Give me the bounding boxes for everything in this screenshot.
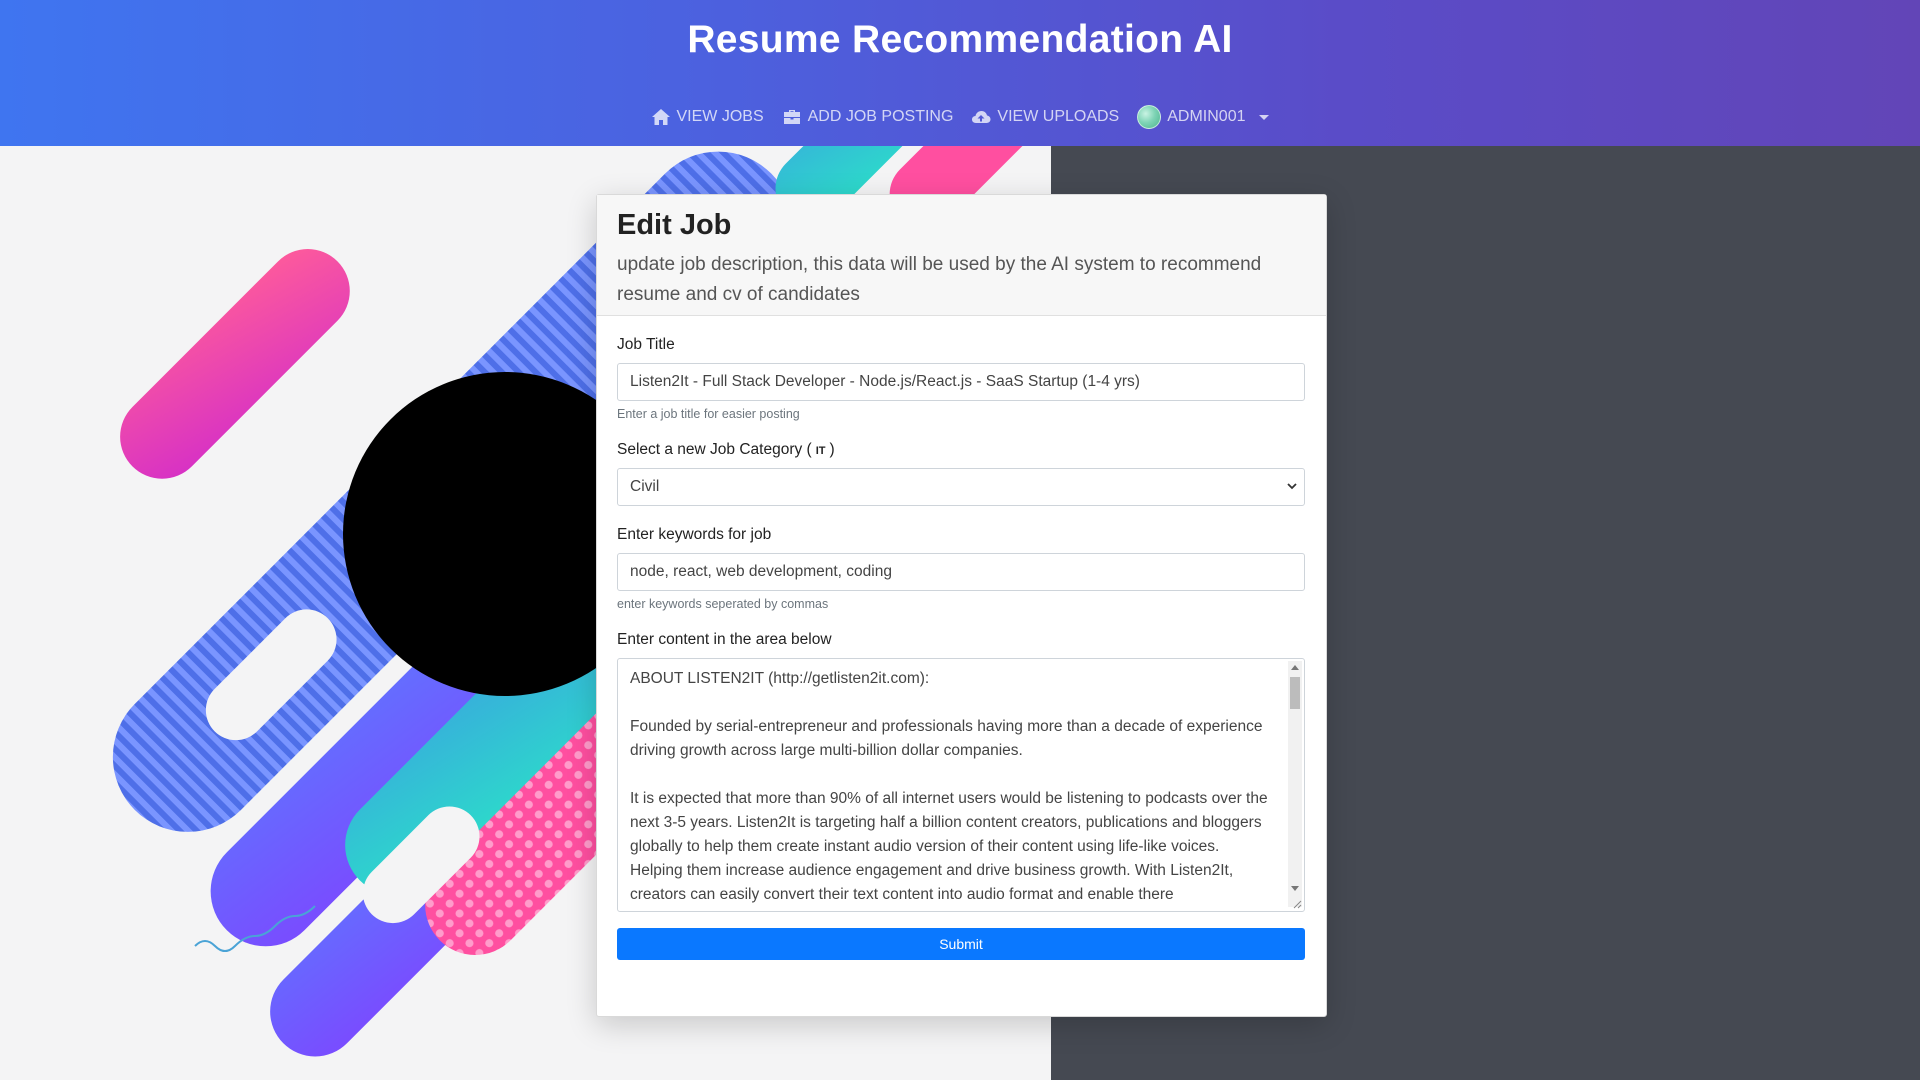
- edit-job-card: Edit Job update job description, this da…: [596, 194, 1327, 1017]
- avatar: [1137, 105, 1162, 129]
- nav-view-jobs[interactable]: VIEW JOBS: [651, 105, 764, 129]
- content-paragraph: It is expected that more than 90% of all…: [630, 790, 1268, 903]
- job-title-group: Job Title Listen2It - Full Stack Develop…: [617, 336, 1306, 421]
- card-header: Edit Job update job description, this da…: [597, 195, 1326, 316]
- keywords-help: enter keywords seperated by commas: [617, 597, 829, 611]
- chevron-down-icon: [1259, 114, 1270, 120]
- nav-view-uploads-label: VIEW UPLOADS: [997, 108, 1120, 125]
- job-category-label-prefix: Select a new Job Category (: [617, 441, 812, 458]
- job-category-group: Select a new Job Category (IT) Civil: [617, 441, 1306, 506]
- scroll-down-arrow-icon[interactable]: [1291, 886, 1299, 891]
- page-subtitle: update job description, this data will b…: [617, 254, 1262, 305]
- job-category-selected-value: Civil: [617, 468, 1305, 506]
- keywords-label: Enter keywords for job: [617, 526, 772, 543]
- app-header: Resume Recommendation AI VIEW JOBS ADD J…: [0, 0, 1920, 146]
- job-title-input[interactable]: Listen2It - Full Stack Developer - Node.…: [617, 363, 1305, 401]
- nav-view-jobs-label: VIEW JOBS: [676, 108, 764, 125]
- content-textarea[interactable]: ABOUT LISTEN2IT (http://getlisten2it.com…: [617, 658, 1305, 912]
- job-category-label-suffix: ): [829, 441, 835, 458]
- home-icon: [651, 109, 670, 125]
- nav-view-uploads[interactable]: VIEW UPLOADS: [971, 105, 1119, 129]
- current-category-badge: IT: [815, 445, 826, 457]
- content-paragraph: ABOUT LISTEN2IT (http://getlisten2it.com…: [630, 670, 930, 687]
- nav-add-job-posting-label: ADD JOB POSTING: [807, 108, 954, 125]
- page-title: Edit Job: [617, 209, 732, 241]
- scroll-up-arrow-icon[interactable]: [1291, 665, 1299, 670]
- job-title-label: Job Title: [617, 336, 675, 353]
- keywords-group: Enter keywords for job node, react, web …: [617, 526, 1306, 611]
- nav-add-job-posting[interactable]: ADD JOB POSTING: [782, 105, 954, 129]
- content-label: Enter content in the area below: [617, 631, 832, 648]
- cloud-upload-icon: [972, 111, 991, 123]
- edit-job-form: Job Title Listen2It - Full Stack Develop…: [597, 316, 1326, 960]
- job-title-help: Enter a job title for easier posting: [617, 407, 800, 421]
- content-paragraph: Founded by serial-entrepreneur and profe…: [630, 718, 1263, 759]
- app-title: Resume Recommendation AI: [687, 18, 1233, 61]
- content-group: Enter content in the area below ABOUT LI…: [617, 631, 1306, 912]
- chevron-down-icon: [1287, 483, 1297, 490]
- resize-grip-icon[interactable]: [1292, 899, 1302, 909]
- job-category-select[interactable]: Civil: [617, 468, 1306, 506]
- textarea-scrollbar[interactable]: [1288, 661, 1302, 907]
- scrollbar-thumb[interactable]: [1290, 677, 1300, 709]
- main-nav: VIEW JOBS ADD JOB POSTING VIEW UPLOADS A…: [0, 105, 1920, 129]
- briefcase-icon: [783, 110, 800, 124]
- nav-username: ADMIN001: [1167, 108, 1246, 125]
- nav-user-menu[interactable]: ADMIN001: [1137, 105, 1270, 129]
- submit-button[interactable]: Submit: [617, 928, 1305, 960]
- keywords-input[interactable]: node, react, web development, coding: [617, 553, 1305, 591]
- job-category-label: Select a new Job Category (IT): [617, 441, 1306, 459]
